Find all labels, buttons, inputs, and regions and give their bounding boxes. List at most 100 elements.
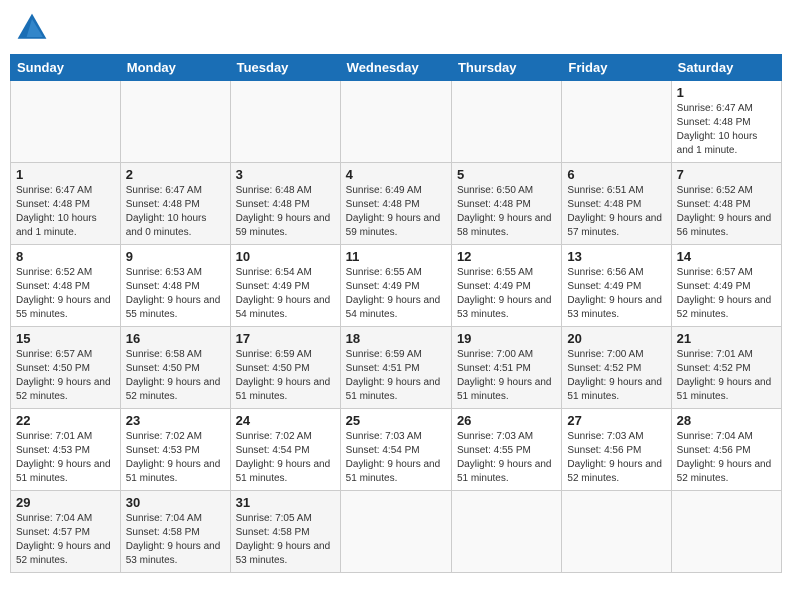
day-info: Sunrise: 7:00 AMSunset: 4:52 PMDaylight:… (567, 348, 665, 404)
day-number: 29 (16, 495, 115, 510)
day-number: 19 (457, 331, 556, 346)
calendar-cell: 15Sunrise: 6:57 AMSunset: 4:50 PMDayligh… (11, 327, 121, 409)
logo-icon (14, 10, 50, 46)
day-info: Sunrise: 7:03 AMSunset: 4:56 PMDaylight:… (567, 430, 665, 486)
day-number: 25 (346, 413, 446, 428)
day-info: Sunrise: 6:57 AMSunset: 4:50 PMDaylight:… (16, 348, 115, 404)
day-number: 23 (126, 413, 225, 428)
calendar-week-1: 1 Sunrise: 6:47 AMSunset: 4:48 PMDaylight… (11, 81, 782, 163)
day-info: Sunrise: 7:01 AMSunset: 4:52 PMDaylight:… (677, 348, 776, 404)
day-info: Sunrise: 7:03 AMSunset: 4:54 PMDaylight:… (346, 430, 446, 486)
day-info: Sunrise: 6:59 AMSunset: 4:51 PMDaylight:… (346, 348, 446, 404)
page-header (10, 10, 782, 46)
day-info: Sunrise: 7:02 AMSunset: 4:53 PMDaylight:… (126, 430, 225, 486)
calendar-cell (562, 81, 671, 163)
day-number: 14 (677, 249, 776, 264)
calendar-cell: 14Sunrise: 6:57 AMSunset: 4:49 PMDayligh… (671, 245, 781, 327)
calendar-cell: 1 Sunrise: 6:47 AMSunset: 4:48 PMDaylight… (11, 163, 121, 245)
calendar-cell: 23 Sunrise: 7:02 AMSunset: 4:53 PMDayligh… (120, 409, 230, 491)
day-number: 1 (677, 85, 776, 100)
day-info: Sunrise: 6:51 AMSunset: 4:48 PMDaylight:… (567, 184, 665, 240)
day-header-saturday: Saturday (671, 55, 781, 81)
day-info: Sunrise: 6:49 AMSunset: 4:48 PMDaylight:… (346, 184, 446, 240)
calendar-cell (451, 81, 561, 163)
calendar-cell: 8Sunrise: 6:52 AMSunset: 4:48 PMDaylight… (11, 245, 121, 327)
calendar-table: SundayMondayTuesdayWednesdayThursdayFrid… (10, 54, 782, 573)
calendar-cell: 9 Sunrise: 6:53 AMSunset: 4:48 PMDaylight… (120, 245, 230, 327)
calendar-cell: 27 Sunrise: 7:03 AMSunset: 4:56 PMDayligh… (562, 409, 671, 491)
calendar-cell: 28Sunrise: 7:04 AMSunset: 4:56 PMDayligh… (671, 409, 781, 491)
day-info: Sunrise: 6:47 AMSunset: 4:48 PMDaylight:… (126, 184, 225, 240)
day-number: 16 (126, 331, 225, 346)
day-info: Sunrise: 6:47 AMSunset: 4:48 PMDaylight:… (677, 102, 776, 158)
day-number: 5 (457, 167, 556, 182)
day-number: 17 (236, 331, 335, 346)
logo (14, 10, 54, 46)
day-info: Sunrise: 6:50 AMSunset: 4:48 PMDaylight:… (457, 184, 556, 240)
calendar-cell: 30Sunrise: 7:04 AMSunset: 4:58 PMDayligh… (120, 491, 230, 573)
calendar-cell: 13Sunrise: 6:56 AMSunset: 4:49 PMDayligh… (562, 245, 671, 327)
calendar-week-5: 22Sunrise: 7:01 AMSunset: 4:53 PMDayligh… (11, 409, 782, 491)
day-header-tuesday: Tuesday (230, 55, 340, 81)
day-number: 2 (126, 167, 225, 182)
calendar-cell: 22Sunrise: 7:01 AMSunset: 4:53 PMDayligh… (11, 409, 121, 491)
day-header-wednesday: Wednesday (340, 55, 451, 81)
day-info: Sunrise: 6:53 AMSunset: 4:48 PMDaylight:… (126, 266, 225, 322)
calendar-cell: 20 Sunrise: 7:00 AMSunset: 4:52 PMDayligh… (562, 327, 671, 409)
day-info: Sunrise: 7:01 AMSunset: 4:53 PMDaylight:… (16, 430, 115, 486)
day-info: Sunrise: 7:04 AMSunset: 4:57 PMDaylight:… (16, 512, 115, 568)
day-number: 13 (567, 249, 665, 264)
calendar-cell: 18Sunrise: 6:59 AMSunset: 4:51 PMDayligh… (340, 327, 451, 409)
day-info: Sunrise: 6:48 AMSunset: 4:48 PMDaylight:… (236, 184, 335, 240)
calendar-cell: 1 Sunrise: 6:47 AMSunset: 4:48 PMDaylight… (671, 81, 781, 163)
day-header-thursday: Thursday (451, 55, 561, 81)
calendar-cell: 31Sunrise: 7:05 AMSunset: 4:58 PMDayligh… (230, 491, 340, 573)
calendar-cell (340, 81, 451, 163)
day-number: 7 (677, 167, 776, 182)
day-info: Sunrise: 7:00 AMSunset: 4:51 PMDaylight:… (457, 348, 556, 404)
day-number: 30 (126, 495, 225, 510)
day-number: 27 (567, 413, 665, 428)
day-number: 12 (457, 249, 556, 264)
calendar-cell: 6 Sunrise: 6:51 AMSunset: 4:48 PMDaylight… (562, 163, 671, 245)
calendar-cell: 29 Sunrise: 7:04 AMSunset: 4:57 PMDayligh… (11, 491, 121, 573)
calendar-cell: 16Sunrise: 6:58 AMSunset: 4:50 PMDayligh… (120, 327, 230, 409)
calendar-cell: 26Sunrise: 7:03 AMSunset: 4:55 PMDayligh… (451, 409, 561, 491)
day-number: 21 (677, 331, 776, 346)
calendar-cell (451, 491, 561, 573)
day-number: 11 (346, 249, 446, 264)
calendar-cell: 21 Sunrise: 7:01 AMSunset: 4:52 PMDayligh… (671, 327, 781, 409)
day-info: Sunrise: 6:59 AMSunset: 4:50 PMDaylight:… (236, 348, 335, 404)
calendar-cell: 25 Sunrise: 7:03 AMSunset: 4:54 PMDayligh… (340, 409, 451, 491)
calendar-cell (120, 81, 230, 163)
day-header-monday: Monday (120, 55, 230, 81)
day-number: 20 (567, 331, 665, 346)
day-info: Sunrise: 6:52 AMSunset: 4:48 PMDaylight:… (677, 184, 776, 240)
calendar-cell (671, 491, 781, 573)
calendar-cell (562, 491, 671, 573)
day-info: Sunrise: 6:47 AMSunset: 4:48 PMDaylight:… (16, 184, 115, 240)
calendar-cell (230, 81, 340, 163)
day-number: 4 (346, 167, 446, 182)
day-number: 6 (567, 167, 665, 182)
calendar-cell: 4 Sunrise: 6:49 AMSunset: 4:48 PMDaylight… (340, 163, 451, 245)
day-info: Sunrise: 6:54 AMSunset: 4:49 PMDaylight:… (236, 266, 335, 322)
calendar-cell: 2 Sunrise: 6:47 AMSunset: 4:48 PMDaylight… (120, 163, 230, 245)
day-number: 10 (236, 249, 335, 264)
calendar-cell: 17 Sunrise: 6:59 AMSunset: 4:50 PMDayligh… (230, 327, 340, 409)
day-number: 9 (126, 249, 225, 264)
calendar-cell: 5 Sunrise: 6:50 AMSunset: 4:48 PMDaylight… (451, 163, 561, 245)
day-number: 1 (16, 167, 115, 182)
calendar-week-3: 8Sunrise: 6:52 AMSunset: 4:48 PMDaylight… (11, 245, 782, 327)
day-info: Sunrise: 6:55 AMSunset: 4:49 PMDaylight:… (346, 266, 446, 322)
calendar-week-2: 1 Sunrise: 6:47 AMSunset: 4:48 PMDaylight… (11, 163, 782, 245)
calendar-cell: 19 Sunrise: 7:00 AMSunset: 4:51 PMDayligh… (451, 327, 561, 409)
calendar-cell: 11 Sunrise: 6:55 AMSunset: 4:49 PMDayligh… (340, 245, 451, 327)
calendar-cell (340, 491, 451, 573)
calendar-week-4: 15Sunrise: 6:57 AMSunset: 4:50 PMDayligh… (11, 327, 782, 409)
calendar-header-row: SundayMondayTuesdayWednesdayThursdayFrid… (11, 55, 782, 81)
day-info: Sunrise: 6:52 AMSunset: 4:48 PMDaylight:… (16, 266, 115, 322)
day-number: 24 (236, 413, 335, 428)
day-number: 26 (457, 413, 556, 428)
day-number: 28 (677, 413, 776, 428)
